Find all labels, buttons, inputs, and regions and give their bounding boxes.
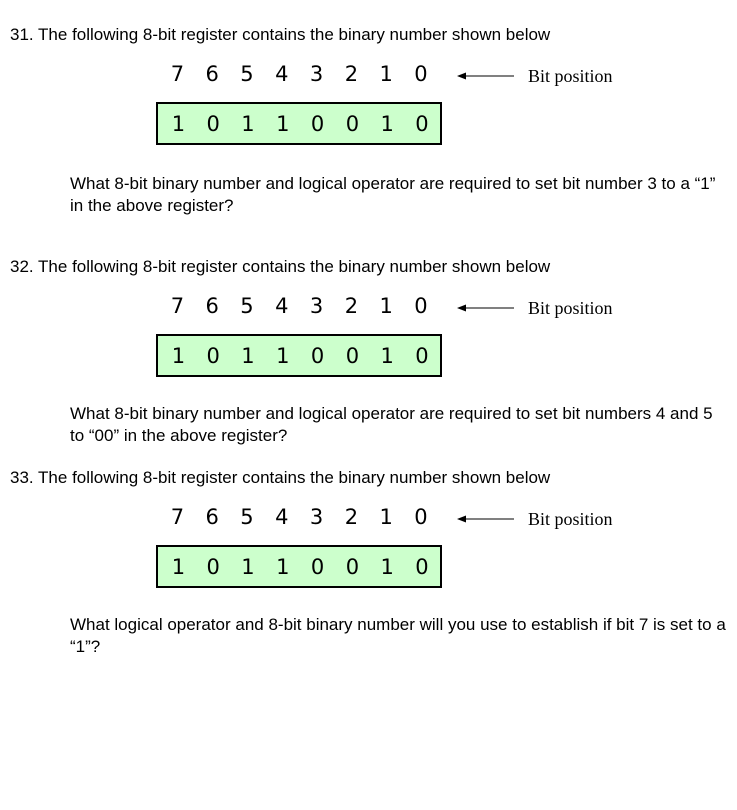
question-heading: 31. The following 8-bit register contain…	[10, 25, 551, 44]
register-bit: 0	[310, 343, 325, 368]
bit-position-number: 0	[414, 62, 428, 86]
question-heading: 32. The following 8-bit register contain…	[10, 257, 551, 276]
question-text: What 8-bit binary number and logical ope…	[70, 404, 713, 445]
bit-position-number: 6	[205, 505, 219, 529]
register-bit: 0	[415, 554, 429, 579]
bit-position-number: 1	[379, 294, 393, 318]
register-bit: 1	[241, 111, 255, 136]
bit-position-number: 4	[275, 294, 289, 318]
register-bit: 1	[276, 554, 290, 579]
register-bit: 1	[241, 343, 255, 368]
bit-position-number: 3	[309, 62, 324, 86]
bit-position-label: Bit position	[528, 66, 613, 86]
register-bit: 1	[171, 111, 186, 136]
register-bit: 0	[206, 111, 220, 136]
register-bit: 1	[276, 343, 290, 368]
bit-position-number: 6	[205, 294, 219, 318]
register-bit: 0	[415, 111, 429, 136]
register-bit: 0	[206, 343, 220, 368]
bit-position-number: 6	[205, 62, 219, 86]
register-bit: 0	[310, 554, 325, 579]
register-bit: 0	[345, 554, 360, 579]
bit-position-number: 4	[275, 505, 289, 529]
register-bit: 0	[415, 343, 429, 368]
question-text: What 8-bit binary number and logical ope…	[70, 174, 716, 215]
bit-position-number: 7	[170, 294, 185, 318]
register-bit: 1	[171, 343, 186, 368]
bit-position-number: 2	[344, 294, 359, 318]
bit-position-number: 2	[344, 62, 359, 86]
bit-position-number: 5	[240, 505, 254, 529]
register-bit: 1	[241, 554, 255, 579]
bit-position-number: 7	[170, 62, 185, 86]
bit-position-number: 1	[379, 505, 393, 529]
bit-position-number: 0	[414, 505, 428, 529]
register-bit: 1	[380, 343, 394, 368]
register-bit: 0	[345, 111, 360, 136]
bit-position-number: 5	[240, 294, 254, 318]
bit-position-label: Bit position	[528, 298, 613, 318]
left-arrow-icon	[456, 302, 516, 314]
bit-position-label: Bit position	[528, 509, 613, 529]
bit-position-row: 7 6 5 4 3 2 1 0	[160, 294, 440, 318]
register-bit: 0	[310, 111, 325, 136]
question-text: What logical operator and 8-bit binary n…	[70, 615, 726, 656]
bit-position-number: 5	[240, 62, 254, 86]
register-box: 1 0 1 1 0 0 1 0	[156, 545, 442, 588]
register-bit: 0	[206, 554, 220, 579]
bit-position-number: 2	[344, 505, 359, 529]
bit-position-number: 0	[414, 294, 428, 318]
question-heading: 33. The following 8-bit register contain…	[10, 468, 551, 487]
left-arrow-icon	[456, 513, 516, 525]
bit-position-number: 3	[309, 505, 324, 529]
register-bit: 1	[276, 111, 290, 136]
register-bit: 1	[380, 111, 394, 136]
bit-position-row: 7 6 5 4 3 2 1 0	[160, 62, 440, 86]
left-arrow-icon	[456, 70, 516, 82]
bit-position-number: 1	[379, 62, 393, 86]
register-bit: 1	[171, 554, 186, 579]
register-bit: 1	[380, 554, 394, 579]
register-box: 1 0 1 1 0 0 1 0	[156, 102, 442, 145]
bit-position-row: 7 6 5 4 3 2 1 0	[160, 505, 440, 529]
register-box: 1 0 1 1 0 0 1 0	[156, 334, 442, 377]
bit-position-number: 7	[170, 505, 185, 529]
bit-position-number: 4	[275, 62, 289, 86]
register-bit: 0	[345, 343, 360, 368]
bit-position-number: 3	[309, 294, 324, 318]
